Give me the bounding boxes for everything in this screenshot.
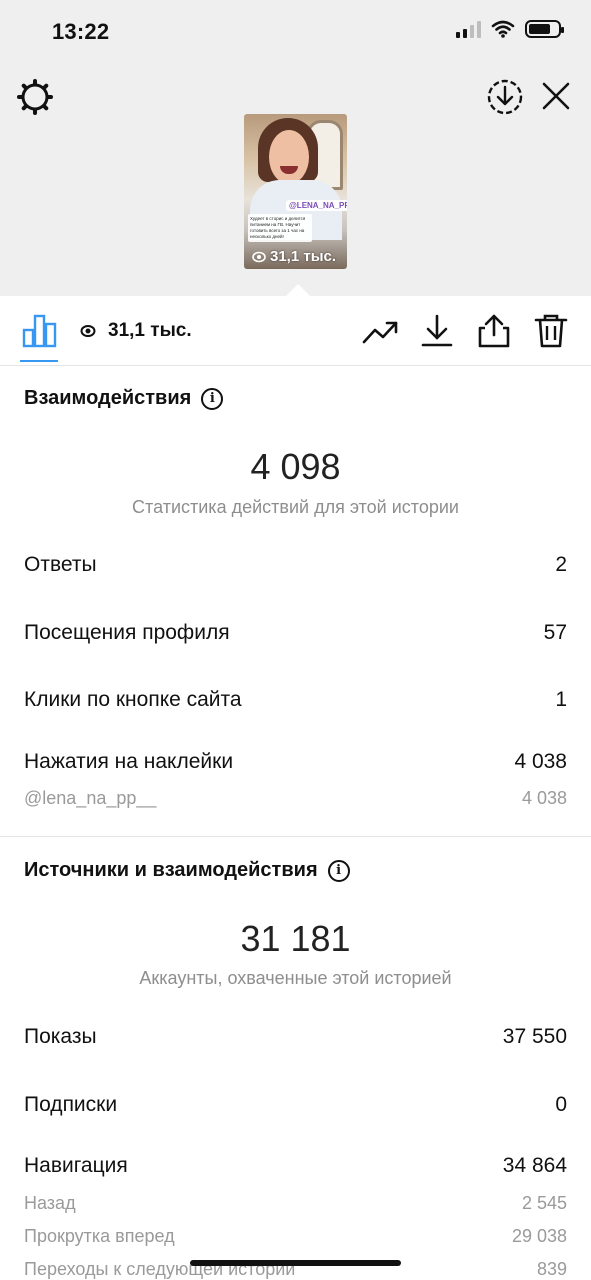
- stat-subvalue: 4 038: [521, 788, 567, 808]
- sources-heading: Источники и взаимодействия i: [24, 859, 350, 882]
- reach-caption: Аккаунты, охваченные этой историей: [139, 968, 452, 988]
- stat-value: 1: [555, 688, 567, 711]
- sources-title: Источники и взаимодействия: [24, 859, 318, 881]
- status-icons: [456, 20, 564, 38]
- stat-sublabel: @lena_na_pp__: [24, 788, 157, 808]
- bar-chart-icon[interactable]: [22, 314, 58, 348]
- stat-value: 0: [555, 1093, 567, 1116]
- download-icon[interactable]: [418, 312, 456, 350]
- share-icon[interactable]: [475, 312, 513, 350]
- stat-label: Ответы: [24, 553, 97, 576]
- close-icon[interactable]: [540, 80, 572, 112]
- home-indicator[interactable]: [190, 1260, 401, 1266]
- thumbnail-pointer: [286, 284, 310, 296]
- mention-sticker: @LENA_NA_PP_: [286, 200, 347, 211]
- info-icon[interactable]: i: [327, 859, 350, 882]
- stat-subvalue: 29 038: [511, 1226, 567, 1246]
- stat-label: Навигация: [24, 1154, 128, 1177]
- stat-label: Нажатия на наклейки: [24, 750, 234, 773]
- thumbnail-views: 31,1 тыс.: [252, 248, 336, 265]
- stat-subrow-back: Назад 2 545: [24, 1193, 567, 1214]
- stat-label: Подписки: [24, 1093, 118, 1116]
- views-summary: 31,1 тыс.: [80, 320, 192, 342]
- interactions-title: Взаимодействия: [24, 387, 192, 409]
- thumbnail-views-count: 31,1 тыс.: [270, 248, 337, 265]
- stat-label: Клики по кнопке сайта: [24, 688, 242, 711]
- reach-total: 31 181: [240, 918, 351, 959]
- stat-subvalue: 839: [536, 1259, 567, 1279]
- interactions-caption: Статистика действий для этой истории: [132, 497, 459, 517]
- stat-row-impressions: Показы 37 550: [24, 1025, 567, 1049]
- interactions-total: 4 098: [250, 446, 341, 487]
- section-divider: [0, 836, 591, 837]
- stat-sublabel: Прокрутка вперед: [24, 1226, 175, 1246]
- story-preview-area: 13:22 @LENA_NA_P Худеет в сторис и делит…: [0, 0, 591, 296]
- stat-value: 4 038: [514, 750, 567, 773]
- save-download-icon[interactable]: [486, 78, 524, 116]
- stat-row-sticker-taps: Нажатия на наклейки 4 038: [24, 750, 567, 774]
- stat-subrow-forward: Прокрутка вперед 29 038: [24, 1226, 567, 1247]
- info-icon[interactable]: i: [201, 387, 224, 410]
- story-thumbnail[interactable]: @LENA_NA_PP_ Худеет в сторис и делится п…: [244, 114, 347, 269]
- stat-subrow-sticker-mention: @lena_na_pp__ 4 038: [24, 788, 567, 809]
- eye-icon: [80, 325, 96, 337]
- views-count: 31,1 тыс.: [108, 320, 192, 341]
- stat-value: 34 864: [502, 1154, 567, 1177]
- wifi-icon: [491, 20, 515, 38]
- stat-row-navigation: Навигация 34 864: [24, 1154, 567, 1178]
- stat-value: 57: [543, 621, 567, 644]
- stat-row-replies: Ответы 2: [24, 553, 567, 577]
- battery-icon: [525, 20, 564, 38]
- stat-row-profile-visits: Посещения профиля 57: [24, 621, 567, 645]
- stat-label: Посещения профиля: [24, 621, 230, 644]
- stat-sublabel: Назад: [24, 1193, 76, 1213]
- stat-value: 2: [555, 553, 567, 576]
- gear-icon[interactable]: [16, 78, 54, 116]
- tab-active-indicator: [20, 360, 58, 362]
- eye-icon: [252, 251, 266, 262]
- stat-row-follows: Подписки 0: [24, 1093, 567, 1117]
- interactions-heading: Взаимодействия i: [24, 387, 224, 410]
- person-face: [269, 130, 309, 184]
- trend-icon[interactable]: [362, 312, 400, 350]
- trash-icon[interactable]: [532, 312, 570, 350]
- stats-toolbar: 31,1 тыс.: [0, 296, 591, 366]
- stat-label: Показы: [24, 1025, 97, 1048]
- stat-row-website-clicks: Клики по кнопке сайта 1: [24, 688, 567, 712]
- signal-icon: [456, 20, 481, 38]
- stat-subvalue: 2 545: [521, 1193, 567, 1213]
- story-caption: Худеет в сторис и делится питанием на ГВ…: [248, 214, 312, 242]
- stat-value: 37 550: [502, 1025, 567, 1048]
- status-time: 13:22: [52, 19, 110, 44]
